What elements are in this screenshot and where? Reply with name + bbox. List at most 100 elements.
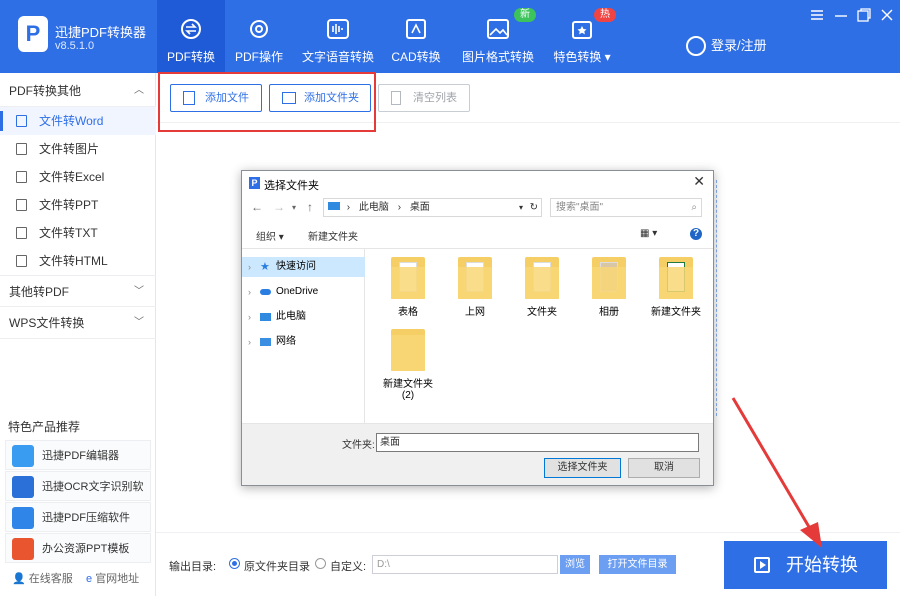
folder-doc-icon: [525, 257, 559, 299]
folder-item[interactable]: 新建文件夹 (2): [378, 329, 438, 401]
nav-pdf-operate[interactable]: PDF操作: [225, 0, 293, 73]
group-label: WPS文件转换: [9, 316, 85, 330]
nav-text-voice[interactable]: 文字语音转换: [298, 0, 378, 73]
rec-pdf-compress[interactable]: 迅捷PDF压缩软件: [5, 502, 151, 532]
minimize-icon[interactable]: [834, 8, 848, 22]
output-path-input[interactable]: D:\: [372, 555, 558, 574]
folder-label: 文件夹: [527, 307, 557, 318]
nav-label: PDF转换: [166, 50, 215, 64]
radio-original-dir[interactable]: [229, 558, 240, 569]
restore-icon[interactable]: [857, 8, 871, 22]
online-service-link[interactable]: 👤 在线客服: [12, 570, 73, 586]
sidebar-item-to-ppt[interactable]: 文件转PPT: [0, 191, 156, 219]
tree-label: 此电脑: [276, 311, 306, 322]
folder-item[interactable]: 新建文件夹: [646, 257, 706, 318]
expand-icon: ›: [248, 262, 251, 272]
play-icon: [754, 557, 770, 573]
folder-name-input[interactable]: 桌面: [376, 433, 699, 452]
nav-tree: › ★ 快速访问 › OneDrive › 此电脑 › 网络: [242, 249, 365, 423]
select-folder-button[interactable]: 选择文件夹: [544, 458, 621, 478]
folder-item[interactable]: 上网: [445, 257, 505, 318]
sidebar-item-to-txt[interactable]: 文件转TXT: [0, 219, 156, 247]
cancel-button[interactable]: 取消: [628, 458, 700, 478]
back-arrow-icon[interactable]: ←: [251, 200, 263, 214]
address-dropdown-icon[interactable]: ▾: [519, 199, 523, 216]
tree-this-pc[interactable]: › 此电脑: [242, 307, 365, 327]
folder-photo-icon: [592, 257, 626, 299]
menu-icon[interactable]: [810, 8, 824, 22]
star-box-icon: [572, 21, 592, 39]
breadcrumb-sep: ›: [346, 202, 351, 213]
tree-network[interactable]: › 网络: [242, 332, 365, 352]
folder-doc-icon: [458, 257, 492, 299]
group-pdf-convert-other[interactable]: PDF转换其他 ︿: [0, 75, 156, 107]
breadcrumb-desktop[interactable]: 桌面: [410, 202, 430, 213]
forward-arrow-icon[interactable]: →: [273, 200, 285, 214]
website-link[interactable]: e 官网地址: [86, 570, 139, 586]
folder-item[interactable]: 表格: [378, 257, 438, 318]
nav-label: 图片格式转换: [461, 50, 534, 64]
title-bar: P 迅捷PDF转换器 v8.5.1.0 PDF转换 PDF操作 文字语音转换 C…: [0, 0, 900, 73]
view-options-icon[interactable]: ▦ ▾: [640, 228, 657, 239]
sidebar-item-to-image[interactable]: 文件转图片: [0, 135, 156, 163]
headset-icon: 👤: [12, 573, 26, 585]
breadcrumb-sep: ›: [397, 202, 402, 213]
tree-quick-access[interactable]: › ★ 快速访问: [242, 257, 365, 277]
rec-pdf-editor[interactable]: 迅捷PDF编辑器: [5, 440, 151, 470]
sidebar-item-label: 文件转Word: [39, 114, 104, 128]
folder-item[interactable]: 文件夹: [512, 257, 572, 318]
trash-icon: [391, 91, 401, 105]
footer-label: 在线客服: [28, 573, 73, 585]
rec-ppt-template[interactable]: 办公资源PPT模板: [5, 533, 151, 563]
group-other-to-pdf[interactable]: 其他转PDF ﹀: [0, 275, 156, 307]
search-input[interactable]: 搜索"桌面" ⌕: [550, 198, 702, 217]
refresh-icon[interactable]: ↻: [530, 199, 538, 216]
nav-special[interactable]: 特色转换 ▾ 热: [546, 0, 618, 73]
organize-menu[interactable]: 组织 ▾: [256, 228, 284, 243]
login-link[interactable]: 登录/注册: [711, 35, 767, 54]
pdf-editor-icon: [12, 445, 34, 467]
breadcrumb-pc[interactable]: 此电脑: [359, 202, 389, 213]
nav-image-format[interactable]: 图片格式转换 新: [458, 0, 538, 73]
chevron-down-icon: ﹀: [134, 317, 144, 328]
sidebar-item-to-word[interactable]: 文件转Word: [0, 107, 156, 135]
audio-wave-icon: [327, 19, 349, 39]
folder-item[interactable]: 相册: [579, 257, 639, 318]
open-folder-button[interactable]: 打开文件目录: [599, 555, 676, 574]
custom-dir-label: 自定义:: [330, 561, 367, 573]
gear-icon: [250, 20, 268, 38]
history-dropdown-icon[interactable]: ▾: [292, 203, 296, 212]
button-label: 清空列表: [413, 92, 457, 104]
help-icon[interactable]: ?: [690, 228, 702, 240]
rec-ocr[interactable]: 迅捷OCR文字识别软件: [5, 471, 151, 523]
folder-icon: [391, 329, 425, 371]
new-folder-button[interactable]: 新建文件夹: [308, 228, 358, 243]
close-icon[interactable]: [880, 8, 894, 22]
clear-list-button[interactable]: 清空列表: [378, 84, 470, 112]
folder-excel-icon: [659, 257, 693, 299]
file-icon: [16, 171, 27, 183]
nav-pdf-convert[interactable]: PDF转换: [157, 0, 225, 73]
browse-button[interactable]: 浏览: [560, 555, 590, 574]
folder-label: 表格: [398, 307, 418, 318]
sidebar-item-to-excel[interactable]: 文件转Excel: [0, 163, 156, 191]
sidebar-item-to-html[interactable]: 文件转HTML: [0, 247, 156, 275]
image-icon: [487, 19, 509, 39]
up-arrow-icon[interactable]: ↑: [307, 200, 313, 214]
hot-badge: 热: [594, 8, 616, 22]
address-bar[interactable]: › 此电脑 › 桌面 ▾ ↻: [323, 198, 542, 217]
output-dir-label: 输出目录:: [169, 561, 217, 573]
folder-field-label: 文件夹:: [342, 440, 375, 451]
convert-icon: [181, 19, 201, 39]
original-dir-label: 原文件夹目录: [244, 561, 310, 573]
close-icon[interactable]: ✕: [693, 173, 705, 190]
tree-onedrive[interactable]: › OneDrive: [242, 282, 365, 302]
file-icon: [16, 199, 27, 211]
group-wps-convert[interactable]: WPS文件转换 ﹀: [0, 307, 156, 339]
compress-icon: [12, 507, 34, 529]
radio-custom-dir[interactable]: [315, 558, 326, 569]
nav-cad[interactable]: CAD转换: [384, 0, 448, 73]
start-convert-button[interactable]: 开始转换: [724, 541, 887, 589]
expand-icon: ›: [248, 287, 251, 297]
nav-label: 特色转换 ▾: [553, 50, 611, 64]
